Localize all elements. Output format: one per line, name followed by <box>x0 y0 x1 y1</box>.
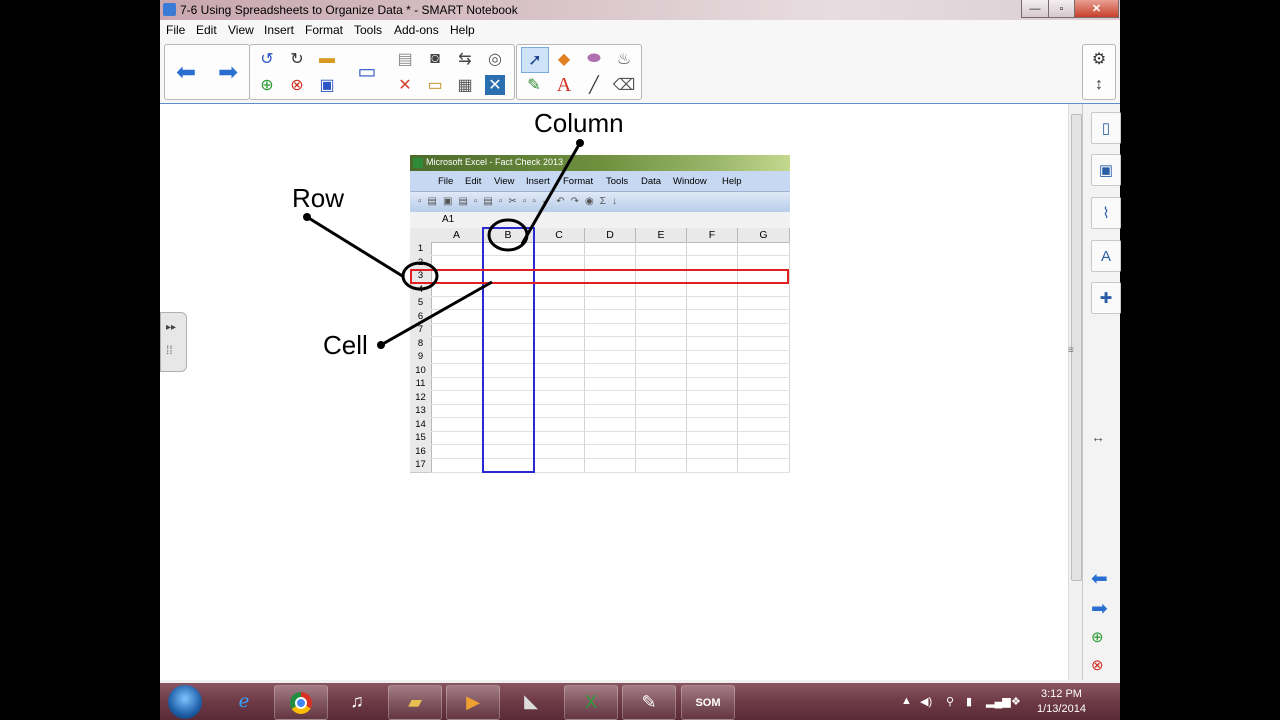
volume-icon[interactable]: ◀) <box>920 695 932 708</box>
internet-explorer-icon[interactable]: ℯ <box>218 685 270 718</box>
row-label[interactable]: Row <box>292 183 344 214</box>
system-clock[interactable]: 3:12 PM 1/13/2014 <box>1037 687 1086 717</box>
row-highlight <box>410 269 789 284</box>
row-arrow <box>306 215 405 279</box>
excel-icon[interactable]: X <box>564 685 618 720</box>
column-highlight <box>482 227 535 473</box>
clock-time: 3:12 PM <box>1040 688 1082 700</box>
column-header-circle <box>487 218 529 252</box>
dropbox-icon[interactable]: ❖ <box>1011 695 1021 708</box>
column-label[interactable]: Column <box>534 108 624 139</box>
show-hidden-icons[interactable]: ▲ <box>901 695 912 707</box>
taskbar: ℯ ♫ ▰ ▶ ◣ X ✎ SOM ▲ ◀) ⚲ ▮ ▂▄▆ ❖ 3:12 PM… <box>160 683 1120 720</box>
cell-label[interactable]: Cell <box>323 330 368 361</box>
column-arrow <box>520 142 582 245</box>
row-header-circle <box>401 261 439 291</box>
cell-arrow <box>380 280 493 347</box>
signal-icon[interactable]: ▂▄▆ <box>986 695 1011 708</box>
power-icon[interactable]: ▮ <box>966 695 972 708</box>
media-player-icon[interactable]: ▶ <box>446 685 500 720</box>
column-arrow-dot <box>576 139 584 147</box>
start-button[interactable] <box>168 685 202 719</box>
som-icon[interactable]: SOM <box>681 685 735 720</box>
annotation-layer <box>303 139 789 473</box>
clock-date: 1/13/2014 <box>1037 703 1086 715</box>
explorer-icon[interactable]: ▰ <box>388 685 442 720</box>
utility-icon[interactable]: ◣ <box>505 685 557 718</box>
itunes-icon[interactable]: ♫ <box>331 685 383 718</box>
chrome-icon[interactable] <box>274 685 328 720</box>
network-tray-icon[interactable]: ⚲ <box>946 695 954 708</box>
notebook-icon[interactable]: ✎ <box>622 685 676 720</box>
cell-arrow-dot <box>377 341 385 349</box>
row-arrow-dot <box>303 213 311 221</box>
